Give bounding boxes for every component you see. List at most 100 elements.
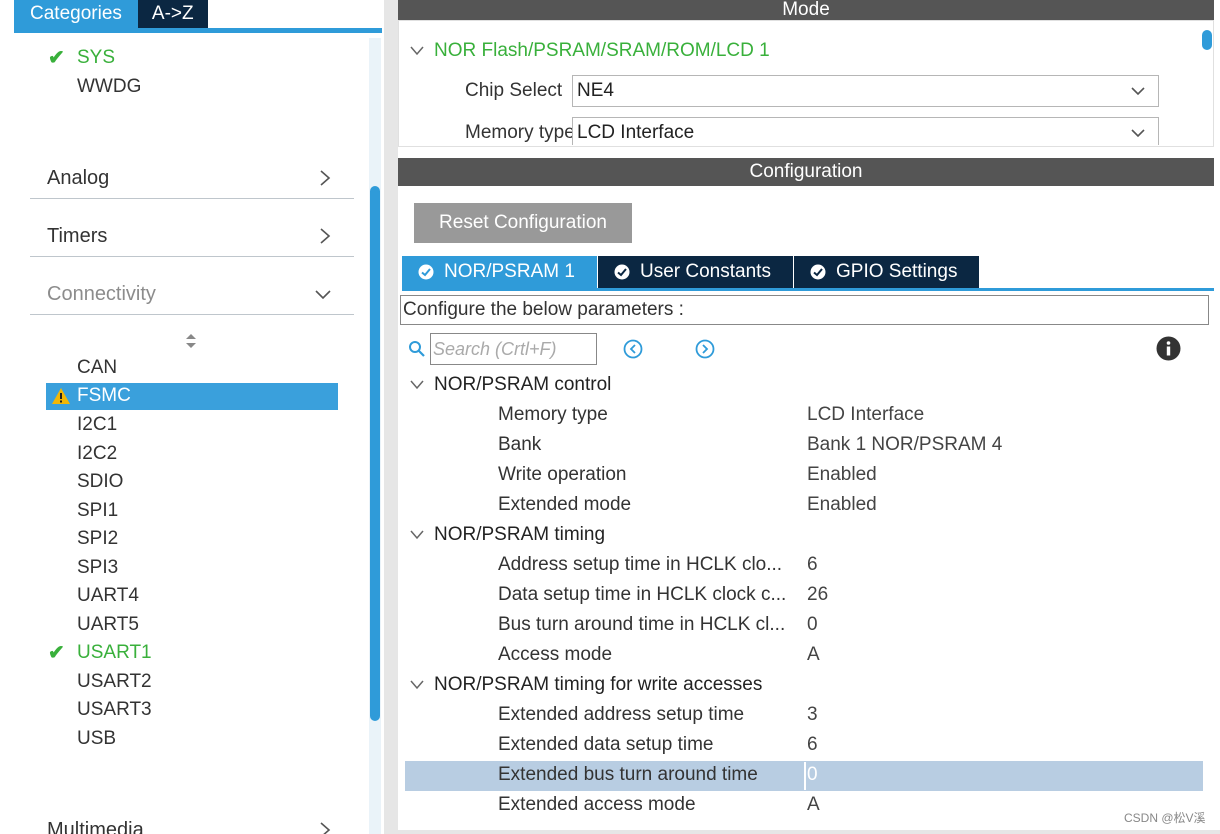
check-icon: ✔: [48, 47, 65, 69]
group-label: Multimedia: [47, 819, 144, 834]
list-item-uart4[interactable]: UART4: [77, 584, 139, 608]
chevron-down-icon: [315, 290, 331, 300]
param-value-input[interactable]: 0: [807, 764, 818, 786]
memory-type-dropdown[interactable]: LCD Interface: [572, 117, 1159, 145]
watermark: CSDN @松V溪: [1124, 811, 1206, 825]
next-result-icon[interactable]: [694, 338, 716, 360]
tab-a-to-z[interactable]: A->Z: [137, 0, 208, 28]
list-item-usart3[interactable]: USART3: [77, 698, 152, 722]
memory-type-value: LCD Interface: [577, 122, 695, 143]
scrollbar-thumb[interactable]: [1202, 30, 1212, 50]
param-value: 0: [807, 614, 818, 635]
list-item-spi2[interactable]: SPI2: [77, 527, 118, 551]
list-item-i2c1[interactable]: I2C1: [77, 413, 117, 437]
param-name: Data setup time in HCLK clock c...: [498, 584, 787, 605]
list-item-spi1[interactable]: SPI1: [77, 499, 118, 523]
param-row[interactable]: Bank Bank 1 NOR/PSRAM 4: [405, 431, 1203, 461]
tabs-underline: [14, 28, 382, 33]
reset-configuration-button[interactable]: Reset Configuration: [414, 203, 632, 243]
list-item-uart5[interactable]: UART5: [77, 613, 139, 637]
value-edit-cursor: [804, 762, 806, 790]
tab-label: GPIO Settings: [836, 261, 958, 282]
param-value: Enabled: [807, 494, 877, 515]
param-name: Extended access mode: [498, 794, 696, 815]
param-row[interactable]: Data setup time in HCLK clock c... 26: [405, 581, 1203, 611]
param-name: Bank: [498, 434, 542, 455]
search-input[interactable]: [430, 333, 597, 365]
list-item-cut: RCC: [77, 28, 118, 34]
param-row[interactable]: Extended address setup time 3: [405, 701, 1203, 731]
chevron-down-icon: [410, 46, 424, 56]
mode-section-title[interactable]: NOR Flash/PSRAM/SRAM/ROM/LCD 1: [410, 40, 770, 62]
param-value: 6: [807, 554, 818, 575]
chevron-right-icon: [320, 228, 331, 244]
configuration-header: Configuration: [398, 158, 1214, 186]
list-item-sdio[interactable]: SDIO: [77, 470, 123, 494]
scrollbar-thumb[interactable]: [370, 186, 380, 721]
chevron-down-icon: [1131, 87, 1145, 96]
list-item-usb[interactable]: USB: [77, 727, 116, 751]
param-name: Write operation: [498, 464, 627, 485]
section-title: NOR/PSRAM timing for write accesses: [434, 674, 763, 695]
param-name: Extended address setup time: [498, 704, 745, 725]
list-item-usart2[interactable]: USART2: [77, 670, 152, 694]
mode-header: Mode: [398, 0, 1214, 20]
group-analog[interactable]: Analog: [30, 159, 354, 199]
previous-result-icon[interactable]: [622, 338, 644, 360]
chevron-down-icon: [410, 530, 424, 540]
param-value: 26: [807, 584, 829, 605]
list-item-spi3[interactable]: SPI3: [77, 556, 118, 580]
search-icon: [409, 341, 425, 357]
param-value: 6: [807, 734, 818, 755]
tab-label: User Constants: [640, 261, 771, 282]
param-name: Extended mode: [498, 494, 632, 515]
param-row[interactable]: Extended data setup time 6: [405, 731, 1203, 761]
group-timers[interactable]: Timers: [30, 217, 354, 257]
param-row[interactable]: Address setup time in HCLK clo... 6: [405, 551, 1203, 581]
tab-gpio-settings[interactable]: GPIO Settings: [794, 256, 980, 288]
chevron-right-icon: [320, 170, 331, 186]
param-value: Enabled: [807, 464, 877, 485]
panel-divider[interactable]: [384, 0, 398, 834]
list-item-can[interactable]: CAN: [77, 356, 117, 380]
param-name: Access mode: [498, 644, 613, 665]
param-row[interactable]: Bus turn around time in HCLK cl... 0: [405, 611, 1203, 641]
list-item-fsmc[interactable]: FSMC: [46, 383, 338, 410]
param-row-selected[interactable]: Extended bus turn around time 0: [405, 761, 1203, 791]
list-item-wwdg[interactable]: WWDG: [77, 75, 141, 99]
info-icon[interactable]: [1156, 336, 1181, 361]
section-nor-psram-control[interactable]: NOR/PSRAM control: [410, 374, 611, 396]
tab-categories[interactable]: Categories: [14, 0, 138, 28]
param-name: Memory type: [498, 404, 608, 425]
group-connectivity[interactable]: Connectivity: [30, 275, 354, 315]
list-item-usart1[interactable]: USART1: [77, 641, 152, 665]
list-item-sys[interactable]: SYS: [77, 46, 115, 70]
group-label: Timers: [47, 225, 108, 247]
chevron-down-icon: [1131, 129, 1145, 138]
param-row[interactable]: Access mode A: [405, 641, 1203, 671]
group-label: Connectivity: [47, 283, 156, 305]
section-nor-psram-timing[interactable]: NOR/PSRAM timing: [410, 524, 605, 546]
tab-user-constants[interactable]: User Constants: [598, 256, 794, 288]
check-circle-icon: [810, 264, 826, 280]
chip-select-dropdown[interactable]: NE4: [572, 75, 1159, 107]
list-item-i2c2[interactable]: I2C2: [77, 442, 117, 466]
param-row[interactable]: Write operation Enabled: [405, 461, 1203, 491]
tab-label: NOR/PSRAM 1: [444, 261, 575, 282]
param-value: A: [807, 644, 820, 665]
section-timing-write-accesses[interactable]: NOR/PSRAM timing for write accesses: [410, 674, 762, 696]
param-row[interactable]: Extended mode Enabled: [405, 491, 1203, 521]
param-row[interactable]: Memory type LCD Interface: [405, 401, 1203, 431]
param-name: Bus turn around time in HCLK cl...: [498, 614, 786, 635]
group-label: Analog: [47, 167, 110, 189]
param-name: Address setup time in HCLK clo...: [498, 554, 783, 575]
warning-icon: [52, 388, 70, 404]
chevron-down-icon: [410, 680, 424, 690]
tab-nor-psram-1[interactable]: NOR/PSRAM 1: [402, 256, 598, 288]
check-icon: ✔: [48, 642, 65, 664]
sort-icon[interactable]: [184, 333, 198, 349]
param-row[interactable]: Extended access mode A: [405, 791, 1203, 821]
group-multimedia[interactable]: Multimedia: [30, 811, 354, 834]
param-value: 3: [807, 704, 818, 725]
param-name: Extended data setup time: [498, 734, 714, 755]
